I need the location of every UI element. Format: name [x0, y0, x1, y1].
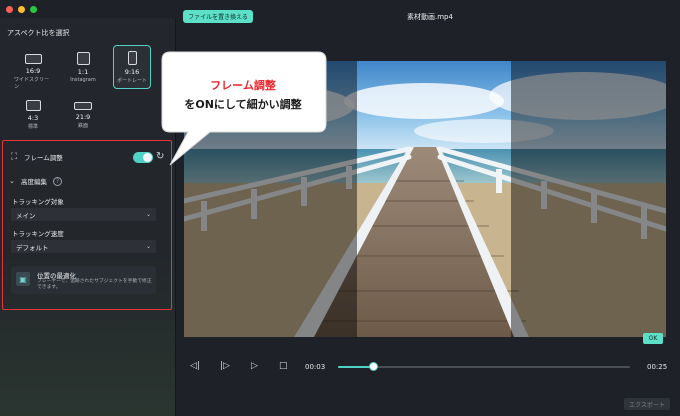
reset-icon[interactable]: ↻: [156, 151, 164, 162]
chevron-down-icon: ⌄: [9, 177, 15, 185]
tracking-speed-value: デフォルト: [16, 243, 49, 252]
play-icon[interactable]: ▷: [251, 361, 258, 371]
ratio-9-16[interactable]: 9:16 ポートレート: [113, 45, 151, 89]
ratio-sub: 標準: [27, 124, 38, 130]
ratio-16-9-icon: [24, 54, 42, 64]
ratio-16-9[interactable]: 16:9 ワイドスクリーン: [14, 48, 52, 90]
sidebar-title: アスペクト比を選択: [7, 29, 70, 37]
tracking-target-value: メイン: [16, 211, 36, 220]
tracking-target-label: トラッキング対象: [12, 198, 64, 206]
chevron-down-icon: ⌄: [145, 211, 151, 218]
timeline-track[interactable]: [338, 366, 630, 368]
ratio-4-3[interactable]: 4:3 標準: [14, 95, 52, 137]
total-time: 00:25: [647, 363, 668, 371]
stop-icon[interactable]: □: [279, 361, 288, 371]
ratio-21-9[interactable]: 21:9 鉄面: [64, 95, 102, 137]
advanced-label: 高度編集: [21, 178, 47, 186]
crop-icon: ⛶: [10, 152, 18, 162]
ratio-9-16-icon: [127, 51, 137, 65]
ratio-label: 1:1: [77, 68, 89, 76]
file-title: 素材動画.mp4: [407, 13, 453, 21]
replace-file-button[interactable]: ファイルを置き換える: [183, 10, 253, 23]
window-controls: [6, 6, 37, 13]
minimize-window-button[interactable]: [18, 6, 25, 13]
optimize-icon: ▣: [16, 272, 30, 286]
help-icon[interactable]: ?: [53, 176, 62, 186]
next-frame-icon[interactable]: |▷: [220, 361, 230, 371]
callout-text: フレーム調整 をONにして細かい調整: [163, 77, 323, 112]
frame-adjust-row: ⛶ フレーム調整: [9, 152, 63, 162]
advanced-row[interactable]: ⌄ 高度編集 ?: [9, 176, 62, 186]
frame-adjust-toggle[interactable]: [133, 152, 153, 163]
ratio-label: 21:9: [75, 113, 91, 121]
ratio-sub: 鉄面: [77, 123, 88, 129]
timeline-progress: [338, 366, 373, 368]
ok-button[interactable]: OK: [643, 333, 663, 344]
close-window-button[interactable]: [6, 6, 13, 13]
ratio-label: 16:9: [25, 67, 41, 75]
frame-adjust-label: フレーム調整: [24, 154, 63, 162]
optimize-position-card[interactable]: ▣ 位置の最適化 プレーヤーで、追跡されたサブジェクトを手動で修正できます。: [11, 266, 156, 294]
ratio-label: 4:3: [27, 114, 39, 122]
maximize-window-button[interactable]: [30, 6, 37, 13]
tracking-target-select[interactable]: メイン ⌄: [11, 208, 156, 221]
tracking-speed-select[interactable]: デフォルト ⌄: [11, 240, 156, 253]
tracking-speed-label: トラッキング速度: [12, 230, 64, 238]
callout-line-2: をONにして細かい調整: [184, 98, 302, 111]
toggle-knob: [143, 153, 152, 162]
ratio-label: 9:16: [124, 68, 140, 76]
ratio-21-9-icon: [74, 102, 92, 110]
ratio-4-3-icon: [25, 100, 41, 111]
optimize-desc: プレーヤーで、追跡されたサブジェクトを手動で修正できます。: [37, 279, 152, 290]
ratio-sub: ワイドスクリーン: [14, 77, 50, 90]
ratio-1-1-icon: [76, 52, 90, 65]
export-button[interactable]: エクスポート: [624, 398, 670, 410]
ratio-1-1[interactable]: 1:1 Instagram: [64, 48, 102, 90]
ratio-sub: ポートレート: [116, 78, 147, 84]
current-time: 00:03: [305, 363, 326, 371]
timeline-scrubber[interactable]: [369, 362, 378, 371]
prev-frame-icon[interactable]: ◁|: [190, 361, 200, 371]
callout-line-1: フレーム調整: [210, 79, 276, 92]
chevron-down-icon: ⌄: [145, 243, 151, 250]
ratio-sub: Instagram: [70, 77, 96, 83]
app-window: アスペクト比を選択 16:9 ワイドスクリーン 1:1 Instagram 9:…: [0, 0, 680, 416]
